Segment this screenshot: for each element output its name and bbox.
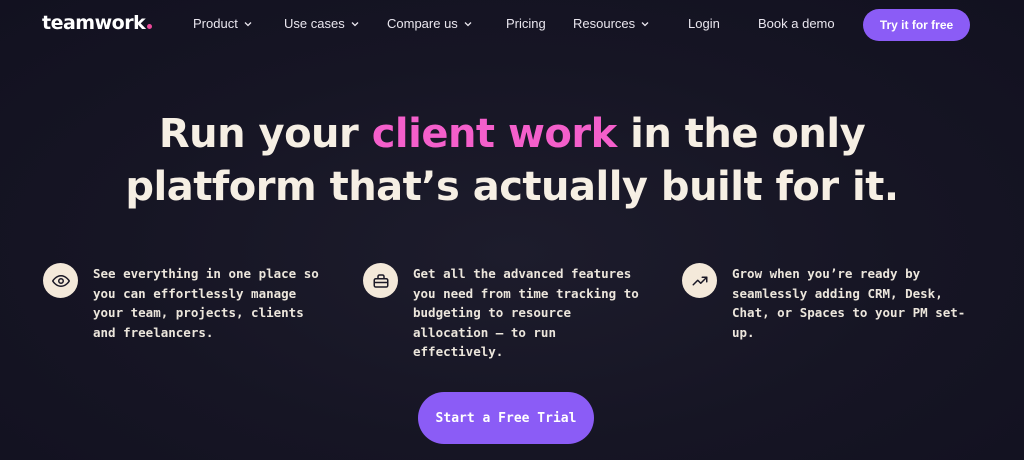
nav-item-label: Resources bbox=[573, 16, 636, 31]
feature-text: See everything in one place so you can e… bbox=[93, 266, 319, 340]
teamwork-logo[interactable]: teamwork bbox=[42, 12, 153, 34]
nav-item-label: Product bbox=[193, 16, 238, 31]
headline-part-1: Run your bbox=[158, 111, 372, 157]
feature-visibility: See everything in one place so you can e… bbox=[43, 263, 333, 343]
headline-line-1: Run your client work in the only bbox=[0, 108, 1024, 161]
nav-item-product[interactable]: Product bbox=[193, 16, 252, 31]
page: teamwork Product Use cases Compare us Pr… bbox=[0, 0, 1024, 460]
nav-item-use-cases[interactable]: Use cases bbox=[284, 16, 359, 31]
nav-item-label: Compare us bbox=[387, 16, 458, 31]
chevron-down-icon bbox=[641, 20, 649, 28]
feature-text: Grow when you’re ready by seamlessly add… bbox=[732, 266, 966, 340]
nav-item-compare-us[interactable]: Compare us bbox=[387, 16, 472, 31]
logo-dot bbox=[147, 24, 153, 29]
chevron-down-icon bbox=[464, 20, 472, 28]
logo-text: teamwork bbox=[42, 12, 146, 34]
nav-item-resources[interactable]: Resources bbox=[573, 16, 649, 31]
hero-headline: Run your client work in the only platfor… bbox=[0, 108, 1024, 214]
feature-text: Get all the advanced features you need f… bbox=[413, 266, 639, 359]
start-free-trial-button[interactable]: Start a Free Trial bbox=[418, 392, 594, 444]
top-nav: teamwork Product Use cases Compare us Pr… bbox=[0, 0, 1024, 50]
feature-growth: Grow when you’re ready by seamlessly add… bbox=[682, 263, 972, 343]
chevron-down-icon bbox=[244, 20, 252, 28]
trending-up-icon bbox=[682, 263, 717, 298]
book-demo-link[interactable]: Book a demo bbox=[758, 16, 835, 31]
nav-item-label: Pricing bbox=[506, 16, 546, 31]
eye-icon bbox=[43, 263, 78, 298]
headline-highlight: client work bbox=[371, 111, 618, 157]
feature-advanced: Get all the advanced features you need f… bbox=[363, 263, 653, 359]
headline-part-2: in the only bbox=[616, 111, 866, 157]
login-link[interactable]: Login bbox=[688, 16, 720, 31]
try-free-button[interactable]: Try it for free bbox=[863, 9, 970, 41]
nav-item-label: Use cases bbox=[284, 16, 345, 31]
briefcase-icon bbox=[363, 263, 398, 298]
headline-line-2: platform that’s actually built for it. bbox=[125, 164, 899, 210]
nav-item-pricing[interactable]: Pricing bbox=[506, 16, 546, 31]
chevron-down-icon bbox=[351, 20, 359, 28]
